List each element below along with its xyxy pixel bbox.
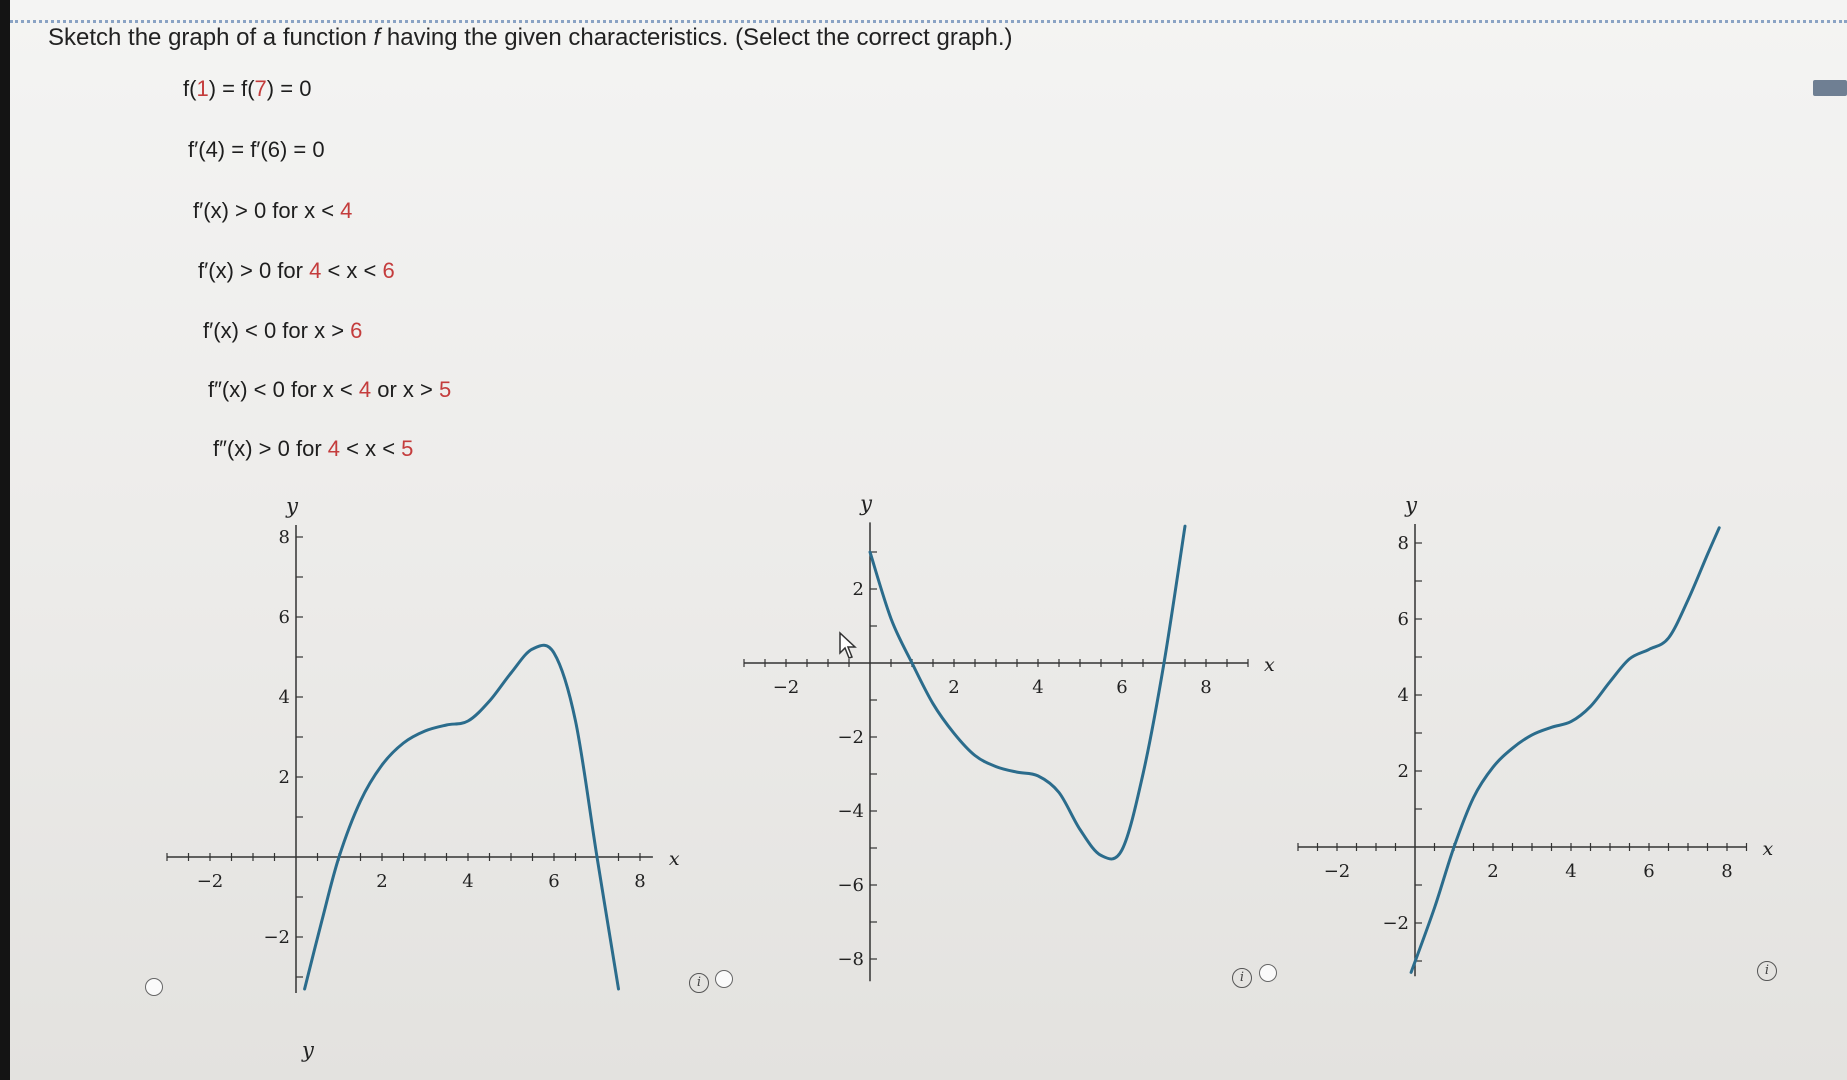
y-axis-label: y bbox=[1404, 493, 1418, 517]
y-tick-label: 6 bbox=[279, 607, 290, 628]
x-tick-label: 6 bbox=[548, 871, 559, 892]
y-tick-label: 2 bbox=[1398, 761, 1409, 782]
x-tick-label: 8 bbox=[634, 871, 645, 892]
y-tick-label: 8 bbox=[279, 527, 290, 548]
y-tick-label: −6 bbox=[837, 875, 864, 896]
x-tick-label: 6 bbox=[1643, 861, 1654, 882]
condition-number: 4 bbox=[327, 436, 341, 461]
question-text: Sketch the graph of a function f having … bbox=[48, 24, 1013, 52]
y-tick-label: 4 bbox=[1398, 685, 1409, 706]
y-tick-label: 8 bbox=[1398, 533, 1409, 554]
y-axis-label: y bbox=[859, 491, 873, 515]
y-tick-label: −2 bbox=[263, 927, 290, 948]
x-axis-label: x bbox=[669, 848, 680, 870]
y-tick-label: −8 bbox=[837, 949, 864, 970]
x-tick-label: 8 bbox=[1721, 861, 1732, 882]
info-icon-glyph: i bbox=[1239, 970, 1245, 985]
x-axis-label: x bbox=[1763, 838, 1774, 860]
x-tick-label: −2 bbox=[1324, 861, 1351, 882]
function-curve bbox=[303, 643, 620, 991]
y-tick-label: 2 bbox=[279, 767, 290, 788]
x-axis-label: x bbox=[1264, 654, 1275, 676]
condition-number: 6 bbox=[382, 258, 395, 283]
condition-number: 6 bbox=[350, 318, 363, 343]
condition-text: f″(x) > 0 for bbox=[213, 436, 328, 461]
option-radio-b[interactable] bbox=[715, 970, 733, 988]
x-tick-label: 4 bbox=[1032, 677, 1043, 698]
x-tick-label: 2 bbox=[1487, 861, 1498, 882]
condition-text: f′(x) < 0 for x > bbox=[203, 318, 351, 343]
condition-text: ) = 0 bbox=[266, 76, 312, 101]
condition-1: f(1) = f(7) = 0 bbox=[183, 76, 311, 102]
question-suffix: having the given characteristics. (Selec… bbox=[380, 24, 1013, 51]
screen-bezel bbox=[0, 0, 10, 1080]
info-icon[interactable]: i bbox=[1232, 968, 1252, 988]
x-tick-label: 2 bbox=[948, 677, 959, 698]
condition-number: 4 bbox=[309, 258, 322, 283]
condition-5: f′(x) < 0 for x > 6 bbox=[203, 318, 362, 344]
x-tick-label: −2 bbox=[197, 871, 224, 892]
x-tick-label: 6 bbox=[1116, 677, 1127, 698]
condition-4: f′(x) > 0 for 4 < x < 6 bbox=[198, 258, 395, 284]
condition-text: or x > bbox=[371, 377, 439, 402]
info-icon[interactable]: i bbox=[689, 973, 709, 993]
y-tick-label: 6 bbox=[1398, 609, 1409, 630]
x-tick-label: −2 bbox=[773, 677, 800, 698]
condition-text: < x < bbox=[340, 436, 402, 461]
x-tick-label: 2 bbox=[376, 871, 387, 892]
x-tick-label: 8 bbox=[1200, 677, 1211, 698]
question-prefix: Sketch the graph of a function bbox=[48, 24, 374, 51]
condition-number: 5 bbox=[401, 436, 414, 461]
condition-number: 1 bbox=[196, 76, 209, 101]
y-axis-label: y bbox=[285, 494, 299, 518]
condition-2: f′(4) = f′(6) = 0 bbox=[188, 137, 325, 163]
x-tick-label: 4 bbox=[462, 871, 473, 892]
y-tick-label: −2 bbox=[837, 727, 864, 748]
mouse-pointer-icon bbox=[839, 631, 857, 659]
header-divider bbox=[10, 20, 1847, 23]
scroll-tab[interactable] bbox=[1813, 80, 1847, 96]
y-tick-label: 4 bbox=[279, 687, 290, 708]
option-graph-a[interactable]: −2 2 4 6 8 −2 2 4 6 8 x y bbox=[150, 470, 680, 1010]
function-curve bbox=[868, 524, 1187, 861]
condition-3: f′(x) > 0 for x < 4 bbox=[193, 198, 352, 224]
y-tick-label: 2 bbox=[853, 579, 864, 600]
y-tick-label: −2 bbox=[1382, 913, 1409, 934]
condition-7: f″(x) > 0 for 4 < x < 5 bbox=[213, 436, 413, 462]
condition-number: 5 bbox=[438, 377, 452, 402]
condition-text: f′(4) = f′(6) = 0 bbox=[188, 137, 325, 162]
condition-text: f′(x) > 0 for x < bbox=[193, 198, 341, 223]
condition-text: f″(x) < 0 for x < bbox=[208, 377, 359, 402]
condition-text: ) = f( bbox=[208, 76, 255, 101]
condition-6: f″(x) < 0 for x < 4 or x > 5 bbox=[208, 377, 451, 403]
info-icon-glyph: i bbox=[696, 975, 702, 990]
function-curve bbox=[1409, 526, 1721, 974]
condition-text: f′(x) > 0 for bbox=[198, 258, 310, 283]
condition-text: f( bbox=[183, 76, 197, 101]
condition-number: 4 bbox=[340, 198, 353, 223]
option-graph-b[interactable]: −2 2 4 6 8 −8 −6 −4 −2 2 x y bbox=[720, 470, 1275, 1000]
option-radio-a[interactable] bbox=[145, 978, 163, 996]
next-graph-y-label: y bbox=[302, 1038, 314, 1062]
condition-number: 7 bbox=[254, 76, 267, 101]
x-tick-label: 4 bbox=[1565, 861, 1576, 882]
info-icon-glyph: i bbox=[1764, 963, 1770, 978]
option-radio-c[interactable] bbox=[1259, 964, 1277, 982]
option-graph-c[interactable]: −2 2 4 6 8 −2 2 4 6 8 x y bbox=[1280, 470, 1790, 990]
y-tick-label: −4 bbox=[837, 801, 864, 822]
info-icon[interactable]: i bbox=[1757, 961, 1777, 981]
condition-text: < x < bbox=[321, 258, 383, 283]
condition-number: 4 bbox=[358, 377, 372, 402]
